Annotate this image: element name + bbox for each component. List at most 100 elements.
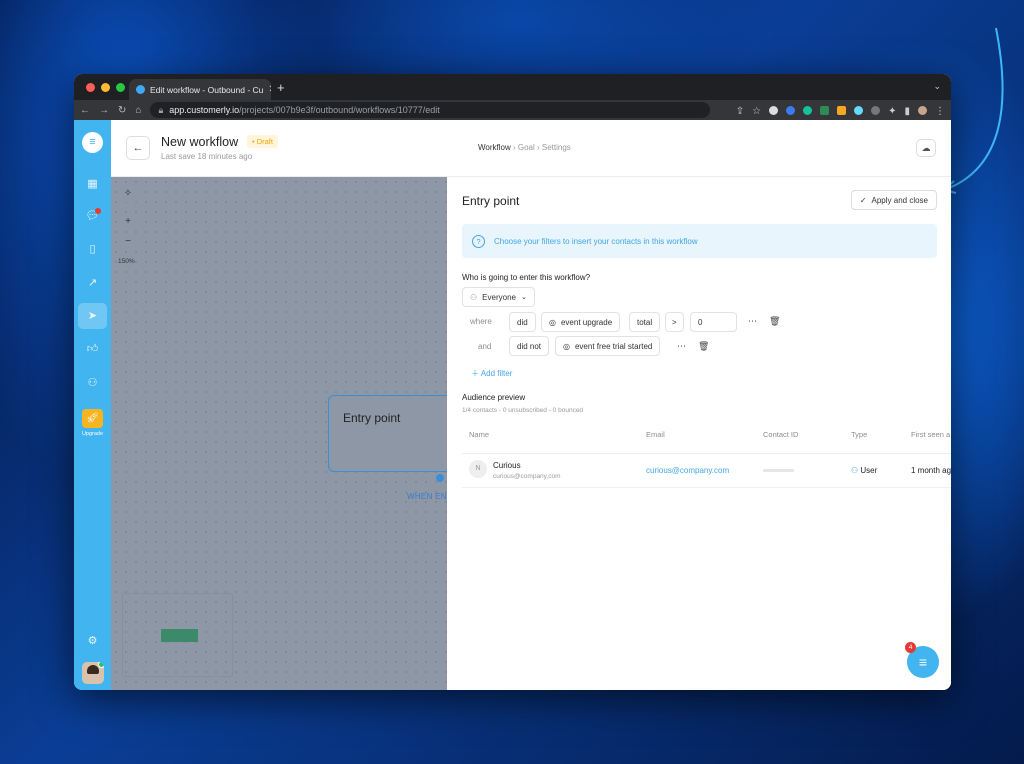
trigger-label: WHEN EN bbox=[407, 492, 447, 501]
grammarly-icon[interactable] bbox=[803, 105, 813, 115]
workflow-editor: ← New workflow • Draft Last save 18 minu… bbox=[111, 120, 951, 690]
more-options-icon[interactable]: ⋯ bbox=[748, 316, 757, 327]
filter-verb-value: did bbox=[517, 317, 528, 327]
zoom-out-button[interactable]: − bbox=[118, 233, 138, 250]
trash-icon[interactable]: 🗑︎ bbox=[698, 341, 709, 352]
filter-operator-select[interactable]: > bbox=[665, 312, 684, 332]
filter-conjunction: where bbox=[470, 317, 492, 326]
node-title: Entry point bbox=[343, 411, 401, 425]
kebab-menu-icon[interactable]: ⋮ bbox=[935, 106, 945, 117]
chat-launcher-button[interactable]: ≡ 4 bbox=[905, 642, 939, 678]
more-options-icon[interactable]: ⋯ bbox=[677, 341, 686, 352]
extension-icons: ⇪ ☆ ✦ ▮ ⋮ bbox=[736, 105, 945, 117]
browser-tab[interactable]: Edit workflow - Outbound - Cu ✕ bbox=[129, 79, 271, 100]
extension-icon[interactable] bbox=[786, 105, 796, 115]
filter-event-select[interactable]: ◎ event free trial started bbox=[555, 336, 661, 356]
inbox-badge bbox=[95, 208, 101, 214]
breadcrumb-workflow[interactable]: Workflow bbox=[478, 143, 511, 152]
profile-avatar-icon[interactable] bbox=[918, 105, 927, 115]
trash-icon[interactable]: 🗑︎ bbox=[769, 316, 780, 327]
audience-select[interactable]: ⚇ Everyone ⌄ bbox=[462, 287, 535, 307]
puzzle-icon[interactable]: ✦ bbox=[888, 106, 896, 117]
browser-window: Edit workflow - Outbound - Cu ✕ + ⌄ ← → … bbox=[74, 74, 951, 690]
upgrade-rocket-icon[interactable]: 🚀︎ bbox=[82, 409, 103, 428]
add-filter-label: Add filter bbox=[480, 369, 513, 378]
new-tab-icon[interactable]: + bbox=[277, 80, 285, 95]
contact-type-value: User bbox=[860, 466, 878, 475]
upgrade-label[interactable]: Upgrade bbox=[74, 431, 111, 437]
tab-list-chevron-icon[interactable]: ⌄ bbox=[933, 81, 941, 92]
tab-bar: Edit workflow - Outbound - Cu ✕ + ⌄ bbox=[74, 74, 951, 100]
apply-and-close-button[interactable]: ✓ Apply and close bbox=[850, 190, 937, 210]
workflow-title[interactable]: New workflow bbox=[161, 135, 238, 149]
filter-verb-select[interactable]: did bbox=[509, 312, 536, 332]
share-icon[interactable]: ⇪ bbox=[736, 106, 744, 117]
filter-event-select[interactable]: ◎ event upgrade bbox=[541, 312, 621, 332]
window-controls bbox=[86, 83, 125, 92]
minimap-viewport bbox=[161, 629, 198, 642]
settings-gear-icon[interactable]: ⚙ bbox=[74, 634, 111, 647]
online-status-dot bbox=[98, 662, 104, 668]
workflow-canvas[interactable]: ✧ + − 150% Entry point WHEN EN bbox=[111, 177, 452, 690]
minimize-window-button[interactable] bbox=[101, 83, 110, 92]
home-icon[interactable]: ⌂ bbox=[135, 105, 141, 116]
user-avatar[interactable] bbox=[82, 662, 104, 684]
column-header-first-seen[interactable]: First seen a bbox=[911, 430, 950, 439]
column-header-contact-id[interactable]: Contact ID bbox=[763, 430, 798, 439]
contact-email-link[interactable]: curious@company.com bbox=[646, 466, 729, 475]
extension-icon[interactable] bbox=[820, 105, 830, 115]
last-save-text: Last save 18 minutes ago bbox=[161, 152, 253, 161]
react-devtools-icon[interactable] bbox=[854, 105, 864, 115]
contacts-icon[interactable]: ⚇ bbox=[74, 376, 111, 389]
extension-icon[interactable] bbox=[769, 105, 779, 115]
user-icon: ⚇ bbox=[851, 466, 859, 475]
magic-wand-icon[interactable]: ✧ bbox=[118, 185, 138, 202]
filter-verb-select[interactable]: did not bbox=[509, 336, 550, 356]
app-body: ≡ ▦ 💬︎ ▯ ↗ ➤ 👍︎ ⚇ 🚀︎ Upgrade ⚙ ← New wor… bbox=[74, 120, 951, 690]
close-tab-icon[interactable]: ✕ bbox=[268, 84, 271, 95]
customerly-logo-icon[interactable]: ≡ bbox=[82, 132, 103, 153]
zoom-in-button[interactable]: + bbox=[118, 213, 138, 230]
outbound-icon[interactable]: ➤ bbox=[78, 303, 107, 329]
entry-point-node[interactable]: Entry point bbox=[328, 395, 452, 472]
canvas-minimap[interactable] bbox=[122, 593, 233, 677]
reload-icon[interactable]: ↻ bbox=[118, 105, 126, 116]
inbox-icon[interactable]: 💬︎ bbox=[74, 208, 111, 222]
column-header-email[interactable]: Email bbox=[646, 430, 665, 439]
analytics-icon[interactable]: ↗ bbox=[74, 276, 111, 289]
audience-preview-title: Audience preview bbox=[462, 393, 526, 402]
url-bar[interactable]: 🔒︎ app.customerly.io/projects/007b9e3f/o… bbox=[150, 102, 711, 118]
sidepanel-icon[interactable]: ▮ bbox=[904, 106, 910, 117]
column-header-name[interactable]: Name bbox=[469, 430, 489, 439]
breadcrumb-settings[interactable]: Settings bbox=[542, 143, 571, 152]
knowledge-base-icon[interactable]: ▯ bbox=[74, 242, 111, 255]
breadcrumb-separator: › bbox=[534, 143, 542, 152]
close-window-button[interactable] bbox=[86, 83, 95, 92]
column-header-type[interactable]: Type bbox=[851, 430, 867, 439]
audience-select-value: Everyone bbox=[482, 292, 516, 302]
filter-value-input[interactable]: 0 bbox=[690, 312, 737, 332]
node-connector-handle[interactable] bbox=[436, 474, 444, 482]
filter-aggregate-select[interactable]: total bbox=[629, 312, 661, 332]
breadcrumb-separator: › bbox=[510, 143, 518, 152]
maximize-window-button[interactable] bbox=[116, 83, 125, 92]
extension-icon[interactable] bbox=[837, 105, 847, 115]
add-filter-button[interactable]: ＋ Add filter bbox=[471, 368, 512, 379]
info-text: Choose your filters to insert your conta… bbox=[494, 236, 698, 246]
filter-operator-value: > bbox=[672, 317, 677, 327]
target-icon: ◎ bbox=[563, 341, 570, 351]
checkmark-icon: ✓ bbox=[859, 195, 867, 205]
dashboard-icon[interactable]: ▦ bbox=[74, 177, 111, 190]
breadcrumb-goal[interactable]: Goal bbox=[518, 143, 535, 152]
cloud-upload-icon[interactable]: ☁ bbox=[916, 139, 936, 157]
back-button[interactable]: ← bbox=[126, 136, 150, 160]
feedback-thumbs-icon[interactable]: 👍︎ bbox=[74, 342, 111, 355]
extension-icon[interactable] bbox=[871, 105, 881, 115]
zoom-level: 150% bbox=[118, 258, 135, 265]
filter-verb-value: did not bbox=[517, 341, 542, 351]
back-arrow-icon[interactable]: ← bbox=[80, 105, 90, 116]
bookmark-star-icon[interactable]: ☆ bbox=[752, 106, 761, 117]
apply-label: Apply and close bbox=[871, 195, 928, 205]
audience-question: Who is going to enter this workflow? bbox=[462, 273, 591, 282]
forward-arrow-icon[interactable]: → bbox=[99, 105, 109, 116]
